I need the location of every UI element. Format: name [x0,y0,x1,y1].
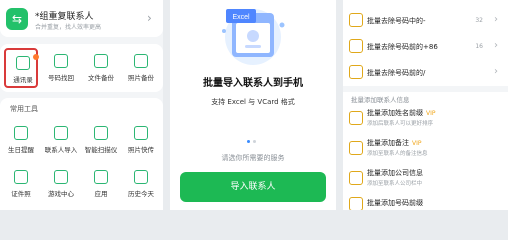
tool-label: 应用 [94,190,108,198]
duplicate-contacts-subtitle: 合并重复，找人效率更高 [35,24,102,31]
image-icon [134,54,148,68]
tool-label: 文件备份 [88,74,114,82]
building-icon [349,171,363,185]
tool-photo-transfer[interactable]: 照片快传 [124,118,158,158]
slash-icon [349,65,363,79]
tool-smart-scanner[interactable]: 智能扫描仪 [84,118,118,158]
carousel-dot [253,140,256,143]
tool-label: 照片备份 [128,74,154,82]
lightning-icon [134,126,148,140]
tool-label: 联系人导入 [44,146,78,154]
tool-label: 号码找回 [48,74,74,82]
tool-label: 通讯录 [13,76,33,84]
batch-add-title-line: 批量添加姓名前缀 VIP [367,108,436,118]
phone-search-icon [54,54,68,68]
user-add-icon [54,126,68,140]
text-prefix-icon [349,111,363,125]
batch-row-count: 16 [475,43,483,50]
batch-add-number-prefix[interactable]: 批量添加号码前缀 [343,194,508,210]
id-card-icon [14,170,28,184]
dash-icon [349,13,363,27]
tool-photo-backup[interactable]: 照片备份 [124,48,158,88]
batch-row-title: 批量去除号码前的/ [367,69,426,77]
tool-label: 智能扫描仪 [84,146,118,154]
note-icon [349,141,363,155]
chevron-right-icon: › [494,40,498,51]
chevron-right-icon: › [494,66,498,77]
batch-add-title: 批量添加备注 [367,139,409,147]
tool-number-recovery[interactable]: 号码找回 [44,48,78,88]
common-tools-title: 常用工具 [10,105,38,113]
contacts-book-icon [16,56,30,70]
cake-icon [14,126,28,140]
duplicate-contacts-title: *组重复联系人 [35,12,94,22]
excel-import-illustration: Excel [222,9,285,65]
gamepad-icon [54,170,68,184]
screenshot-stage: ⇆ *组重复联系人 合并重复，找人效率更高 › 通讯录 号码找回 文件备份 照片… [0,0,508,210]
batch-add-remark[interactable]: 批量添加备注 VIP 添加至联系人的备注信息 [343,134,508,162]
tool-label: 游戏中心 [48,190,74,198]
tool-id-photo[interactable]: 证件照 [4,162,38,202]
batch-row-title: 批量去除号码中的- [367,17,426,25]
duplicate-contacts-card[interactable]: ⇆ *组重复联系人 合并重复，找人效率更高 › [0,0,163,37]
apps-icon [94,170,108,184]
scan-icon [94,126,108,140]
batch-row-remove-dash[interactable]: 批量去除号码中的- 32 › [343,0,508,32]
excel-label: Excel [232,14,250,21]
batch-tools-panel: 批量去除号码中的- 32 › 批量去除号码前的+86 16 › 批量去除号码前的… [343,0,508,210]
batch-add-name-prefix[interactable]: 批量添加姓名前缀 VIP 添加后联系人可以更好排序 [343,104,508,132]
batch-add-title: 批量添加姓名前缀 [367,109,423,117]
tool-label: 生日提醒 [8,146,34,154]
batch-row-remove-slash[interactable]: 批量去除号码前的/ › [343,60,508,84]
batch-add-title-line: 批量添加备注 VIP [367,138,422,148]
tool-file-backup[interactable]: 文件备份 [84,48,118,88]
phone-prefix-icon [349,197,363,210]
tool-history-today[interactable]: 历史今天 [124,162,158,202]
batch-add-category: 批量添加联系人信息 [351,96,410,104]
batch-add-subtitle: 添加后联系人可以更好排序 [367,121,434,127]
top-tools-grid: 通讯录 号码找回 文件备份 照片备份 [0,44,163,92]
batch-add-subtitle: 添加至联系人的备注信息 [367,151,428,157]
tool-apps[interactable]: 应用 [84,162,118,202]
batch-add-title: 批量添加公司信息 [367,169,423,177]
batch-add-company[interactable]: 批量添加公司信息 添加至联系人公司栏中 [343,164,508,192]
tool-game-center[interactable]: 游戏中心 [44,162,78,202]
notification-dot [33,54,39,60]
chevron-right-icon: › [147,11,152,25]
tool-label: 照片快传 [128,146,154,154]
import-subtitle: 支持 Excel 与 VCard 格式 [211,98,295,106]
import-contacts-button[interactable]: 导入联系人 [180,172,326,202]
service-hint: 请选你所需要的服务 [221,154,285,162]
tool-label: 历史今天 [128,190,154,198]
carousel-dot-active [247,140,250,143]
batch-row-remove-86[interactable]: 批量去除号码前的+86 16 › [343,34,508,58]
batch-add-title: 批量添加号码前缀 [367,199,423,207]
vip-badge: VIP [426,110,436,117]
merge-icon: ⇆ [6,8,28,30]
vip-badge: VIP [412,140,422,147]
calendar-icon [134,170,148,184]
toolbox-panel: ⇆ *组重复联系人 合并重复，找人效率更高 › 通讯录 号码找回 文件备份 照片… [0,0,163,210]
tool-birthday-reminder[interactable]: 生日提醒 [4,118,38,158]
tool-contact-import[interactable]: 联系人导入 [44,118,78,158]
carousel-dots [247,140,261,144]
section-divider [343,86,508,92]
batch-row-count: 32 [475,17,483,24]
import-contacts-panel: Excel 批量导入联系人到手机 支持 Excel 与 VCard 格式 请选你… [170,0,336,210]
chevron-right-icon: › [494,14,498,25]
plus-86-icon [349,39,363,53]
batch-row-title: 批量去除号码前的+86 [367,43,438,51]
import-title: 批量导入联系人到手机 [203,78,303,89]
batch-add-subtitle: 添加至联系人公司栏中 [367,181,423,187]
tool-contacts[interactable]: 通讯录 [4,48,39,88]
folder-icon [94,54,108,68]
tool-label: 证件照 [11,190,31,198]
